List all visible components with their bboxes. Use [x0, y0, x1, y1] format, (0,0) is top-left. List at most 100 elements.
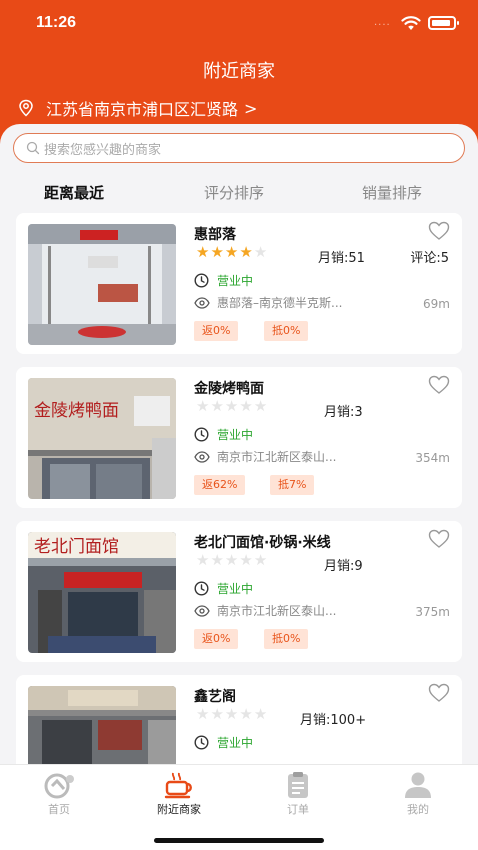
status-text: 营业中 [217, 736, 254, 750]
rating-stars: ★ ★ ★ ★ ★ [196, 553, 267, 568]
monthly-sales: 月销:9 [324, 559, 363, 574]
address-text: 惠部落–南京德半克斯... [217, 296, 343, 310]
tab-nearby[interactable]: 附近商家 [134, 771, 224, 817]
star-icon: ★ [239, 551, 253, 569]
heart-icon[interactable] [428, 221, 450, 241]
page-title: 附近商家 [203, 61, 275, 82]
tab-nearby-label: 附近商家 [157, 803, 201, 816]
deduct-badge: 抵7% [270, 475, 315, 495]
star-icon: ★ [239, 243, 253, 261]
open-status: 营业中 [194, 272, 253, 289]
merchant-name: 金陵烤鸭面 [194, 381, 264, 397]
star-icon: ★ [239, 705, 253, 723]
eye-icon [194, 604, 210, 617]
merchant-name: 鑫艺阁 [194, 689, 236, 705]
status-bar: 11:26 ···· [0, 0, 478, 46]
clock-icon [194, 735, 209, 750]
clock-icon [194, 581, 209, 596]
search-placeholder: 搜索您感兴趣的商家 [44, 142, 162, 158]
star-icon: ★ [239, 397, 253, 415]
status-text: 营业中 [217, 274, 254, 288]
star-icon: ★ [210, 397, 224, 415]
tab-orders[interactable]: 订单 [253, 771, 343, 817]
monthly-sales: 月销:51 [318, 251, 365, 266]
signal-dots-icon: ···· [374, 20, 391, 31]
merchant-photo: 金陵烤鸭面 [28, 378, 176, 499]
star-icon: ★ [196, 551, 210, 569]
distance: 69m [423, 297, 450, 311]
star-icon: ★ [224, 551, 239, 569]
merchant-card[interactable]: 老北门面馆 老北门面馆·砂锅·米线 ★ ★ ★ ★ ★ 月销:9 营业中 南京市… [16, 521, 462, 662]
tab-orders-label: 订单 [287, 803, 309, 816]
star-icon: ★ [210, 705, 224, 723]
home-logo-icon [44, 773, 74, 799]
star-icon: ★ [196, 397, 210, 415]
address-row: 惠部落–南京德半克斯... [194, 294, 450, 311]
content-panel: 搜索您感兴趣的商家 距离最近 评分排序 销量排序 惠部落 ★ ★ ★ ★ ★ 月… [0, 124, 478, 785]
merchant-card[interactable]: 惠部落 ★ ★ ★ ★ ★ 月销:51 评论:5 营业中 惠部落–南京德半克斯.… [16, 213, 462, 354]
tab-rating[interactable]: 评分排序 [204, 182, 264, 203]
status-text: 营业中 [217, 582, 254, 596]
wifi-icon [401, 16, 421, 30]
star-icon: ★ [210, 551, 224, 569]
star-icon: ★ [253, 705, 268, 723]
battery-icon [428, 16, 459, 30]
location-selector[interactable]: 江苏省南京市浦口区汇贤路 > [18, 97, 257, 119]
eye-icon [194, 450, 210, 463]
location-text: 江苏省南京市浦口区汇贤路 [46, 100, 239, 119]
star-icon: ★ [224, 705, 239, 723]
rating-stars: ★ ★ ★ ★ ★ [196, 707, 267, 722]
star-icon: ★ [253, 243, 268, 261]
sign-text: 老北门面馆 [34, 537, 119, 557]
coffee-cup-icon [164, 772, 192, 799]
rebate-badge: 返0% [194, 321, 239, 341]
open-status: 营业中 [194, 734, 253, 751]
distance: 354m [415, 451, 450, 465]
location-pin-icon [19, 99, 33, 117]
address-text: 南京市江北新区泰山... [217, 450, 337, 464]
monthly-sales: 月销:100+ [300, 713, 367, 728]
search-icon [26, 141, 40, 155]
star-icon: ★ [196, 243, 210, 261]
person-icon [405, 772, 431, 798]
tab-home[interactable]: 首页 [14, 771, 104, 817]
address-row: 南京市江北新区泰山... [194, 602, 450, 619]
star-icon: ★ [210, 243, 224, 261]
clipboard-icon [288, 772, 308, 798]
rebate-badge: 返0% [194, 629, 239, 649]
star-icon: ★ [196, 705, 210, 723]
tab-me-label: 我的 [407, 803, 429, 816]
eye-icon [194, 296, 210, 309]
heart-icon[interactable] [428, 529, 450, 549]
merchant-name: 惠部落 [194, 227, 236, 243]
rebate-badge: 返62% [194, 475, 246, 495]
rating-stars: ★ ★ ★ ★ ★ [196, 399, 267, 414]
status-text: 营业中 [217, 428, 254, 442]
star-icon: ★ [253, 551, 268, 569]
clock-icon [194, 427, 209, 442]
heart-icon[interactable] [428, 683, 450, 703]
address-row: 南京市江北新区泰山... [194, 448, 450, 465]
deduct-badge: 抵0% [264, 321, 309, 341]
search-input[interactable]: 搜索您感兴趣的商家 [13, 133, 465, 163]
home-indicator [154, 838, 324, 843]
tab-me[interactable]: 我的 [373, 771, 463, 817]
address-text: 南京市江北新区泰山... [217, 604, 337, 618]
heart-icon[interactable] [428, 375, 450, 395]
tab-home-label: 首页 [48, 803, 70, 816]
star-icon: ★ [253, 397, 268, 415]
merchant-name: 老北门面馆·砂锅·米线 [194, 535, 331, 551]
clock-icon [194, 273, 209, 288]
tab-distance[interactable]: 距离最近 [44, 182, 104, 203]
star-icon: ★ [224, 397, 239, 415]
sign-text: 金陵烤鸭面 [34, 401, 119, 421]
distance: 375m [415, 605, 450, 619]
chevron-right-icon: > [244, 98, 258, 118]
star-icon: ★ [224, 243, 239, 261]
status-time: 11:26 [36, 14, 77, 31]
monthly-sales: 月销:3 [324, 405, 363, 420]
merchant-card[interactable]: 金陵烤鸭面 金陵烤鸭面 ★ ★ ★ ★ ★ 月销:3 营业中 南京市江北新区泰山… [16, 367, 462, 508]
open-status: 营业中 [194, 580, 253, 597]
review-count: 评论:5 [410, 251, 449, 266]
tab-sales[interactable]: 销量排序 [362, 182, 422, 203]
